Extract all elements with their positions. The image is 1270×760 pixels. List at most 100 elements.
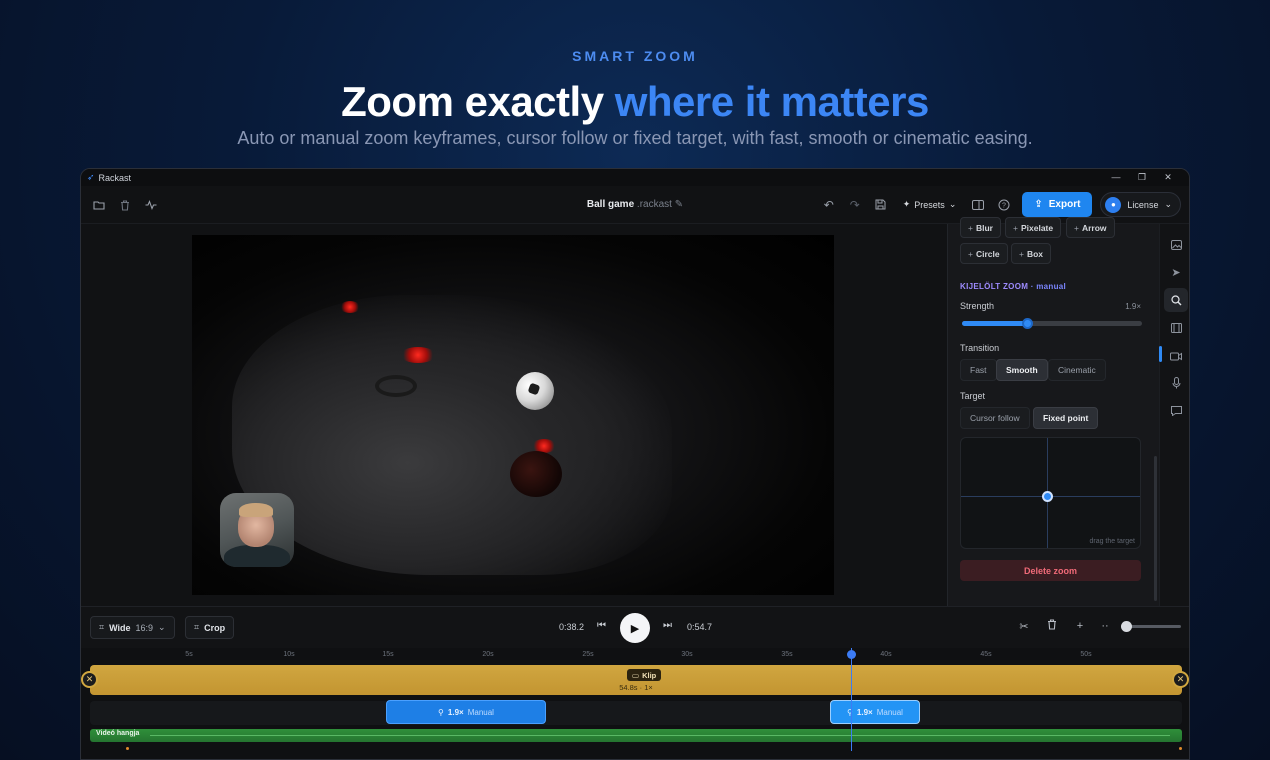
layout-icon[interactable]	[966, 193, 990, 217]
add-pixelate-button[interactable]: + Pixelate	[1005, 217, 1062, 238]
target-label: Target	[960, 391, 986, 401]
play-button[interactable]: ▶	[620, 613, 650, 643]
webcam-overlay[interactable]	[220, 493, 294, 567]
trash-icon[interactable]	[1043, 619, 1061, 633]
film-icon[interactable]	[1164, 316, 1188, 340]
total-time: 0:54.7	[687, 622, 713, 632]
crop-button[interactable]: ⌗ Crop	[185, 616, 235, 639]
save-icon[interactable]	[869, 193, 893, 217]
document-extension: .rackast	[636, 199, 672, 210]
clip-meta: 54.8s · 1×	[619, 683, 653, 692]
image-icon[interactable]	[1164, 233, 1188, 257]
chevron-down-icon: ⌄	[1164, 199, 1172, 209]
add-arrow-button[interactable]: + Arrow	[1066, 217, 1115, 238]
video-clip[interactable]: ▭ Klip 54.8s · 1×	[90, 665, 1182, 695]
scene-terrain	[232, 295, 672, 575]
clip-end-handle[interactable]: ✕	[1172, 671, 1189, 688]
marker-dot	[1179, 747, 1182, 750]
delete-zoom-button[interactable]: Delete zoom	[960, 560, 1141, 581]
strength-value: 1.9×	[1125, 302, 1141, 311]
scissors-icon[interactable]: ✂	[1015, 620, 1033, 633]
aspect-ratio-button[interactable]: ⌗ Wide 16:9 ⌄	[90, 616, 175, 639]
panel-scrollbar[interactable]	[1154, 456, 1157, 601]
ruler-tick: 25s	[582, 651, 594, 658]
minimize-button[interactable]: —	[1103, 169, 1129, 186]
ruler-tick: 20s	[482, 651, 494, 658]
presets-label: Presets	[914, 199, 945, 210]
hero-eyebrow: SMART ZOOM	[572, 48, 698, 64]
tool-rail: ➤	[1159, 224, 1189, 606]
clip-start-handle[interactable]: ✕	[81, 671, 98, 688]
ruler-tick: 50s	[1080, 651, 1092, 658]
ruler-tick: 35s	[781, 651, 793, 658]
help-icon[interactable]: ?	[992, 193, 1016, 217]
skip-forward-icon[interactable]: ⏭	[663, 620, 672, 631]
strength-slider[interactable]	[962, 318, 1142, 329]
undo-icon[interactable]: ↶	[817, 193, 841, 217]
zoom-track: ⚲ 1.9× Manual ⚲ 1.9× Manual	[90, 700, 1182, 725]
ruler-tick: 5s	[185, 651, 193, 658]
video-preview[interactable]	[192, 235, 834, 595]
chevron-down-icon: ⌄	[158, 622, 166, 632]
clip-icon: ▭	[632, 670, 640, 680]
playhead-handle[interactable]	[847, 650, 856, 659]
audio-track-label: Videó hangja	[96, 730, 140, 737]
timeline-zoom-slider[interactable]	[1121, 620, 1181, 632]
pencil-icon[interactable]: ✎	[675, 199, 683, 210]
svg-text:?: ?	[1002, 202, 1006, 209]
add-blur-button[interactable]: + Blur	[960, 217, 1001, 238]
soccer-ball	[516, 372, 554, 410]
close-window-button[interactable]: ✕	[1155, 169, 1181, 186]
maximize-button[interactable]: ❐	[1129, 169, 1155, 186]
add-icon[interactable]: +	[1071, 620, 1089, 632]
app-name: Rackast	[98, 172, 132, 183]
cursor-icon[interactable]: ➤	[1164, 260, 1188, 284]
app-window: ➶ Rackast — ❐ ✕ Ball game .rackast ✎ ↶ ↷	[80, 168, 1190, 760]
target-picker[interactable]: drag the target	[960, 437, 1141, 549]
strength-slider-thumb[interactable]	[1021, 318, 1033, 329]
zoom-keyframe-selected[interactable]: ⚲ 1.9× Manual	[830, 700, 920, 724]
add-box-button[interactable]: + Box	[1011, 243, 1052, 264]
hero-title-main: Zoom exactly	[341, 78, 615, 125]
chevron-down-icon: ⌄	[948, 199, 957, 209]
target-cursor-follow-button[interactable]: Cursor follow	[960, 407, 1030, 429]
camera-icon[interactable]	[1164, 344, 1188, 368]
zoom-out-dots-icon[interactable]: ··	[1099, 620, 1111, 632]
sparkle-icon: ✦	[902, 199, 911, 209]
transition-fast-button[interactable]: Fast	[960, 359, 997, 381]
license-button[interactable]: ● License ⌄	[1100, 192, 1181, 217]
user-icon: ●	[1105, 196, 1122, 213]
zoom-icon: ⚲	[847, 707, 853, 717]
transition-smooth-button[interactable]: Smooth	[996, 359, 1048, 381]
audio-track[interactable]: Videó hangja	[90, 729, 1182, 742]
add-circle-button[interactable]: + Circle	[960, 243, 1008, 264]
preview-area	[81, 224, 947, 606]
red-light	[400, 347, 436, 363]
comment-icon[interactable]	[1164, 399, 1188, 423]
ring-hole	[375, 375, 417, 397]
skip-back-icon[interactable]: ⏮	[597, 620, 606, 631]
time-ruler: 5s 10s 15s 20s 25s 30s 35s 40s 45s 50s	[81, 648, 1189, 662]
microphone-icon[interactable]	[1164, 371, 1188, 395]
playhead[interactable]	[851, 648, 852, 751]
redo-icon[interactable]: ↷	[843, 193, 867, 217]
folder-icon[interactable]	[87, 193, 111, 217]
transition-cinematic-button[interactable]: Cinematic	[1048, 359, 1106, 381]
hero-title-accent: where it matters	[614, 78, 930, 125]
ruler-tick: 15s	[382, 651, 394, 658]
timeline-zoom-knob[interactable]	[1121, 620, 1132, 632]
zoom-icon[interactable]	[1164, 288, 1188, 312]
ruler-tick: 40s	[880, 651, 892, 658]
strength-label: Strength	[960, 301, 995, 311]
export-button[interactable]: ⇪ Export	[1022, 192, 1093, 217]
target-handle[interactable]	[1042, 491, 1053, 502]
activity-icon[interactable]	[139, 193, 163, 217]
playback-controls: ⌗ Wide 16:9 ⌄ ⌗ Crop 0:38.2 ⏮ ▶ ⏭ 0:54.7 ✂ +…	[81, 606, 1189, 648]
target-fixed-point-button[interactable]: Fixed point	[1033, 407, 1099, 429]
presets-button[interactable]: ✦ Presets ⌄	[895, 193, 965, 217]
trash-icon[interactable]	[113, 193, 137, 217]
hero-subtitle: Auto or manual zoom keyframes, cursor fo…	[237, 128, 1033, 148]
red-light	[340, 301, 360, 313]
dark-ball	[510, 451, 562, 497]
zoom-keyframe[interactable]: ⚲ 1.9× Manual	[386, 700, 546, 724]
